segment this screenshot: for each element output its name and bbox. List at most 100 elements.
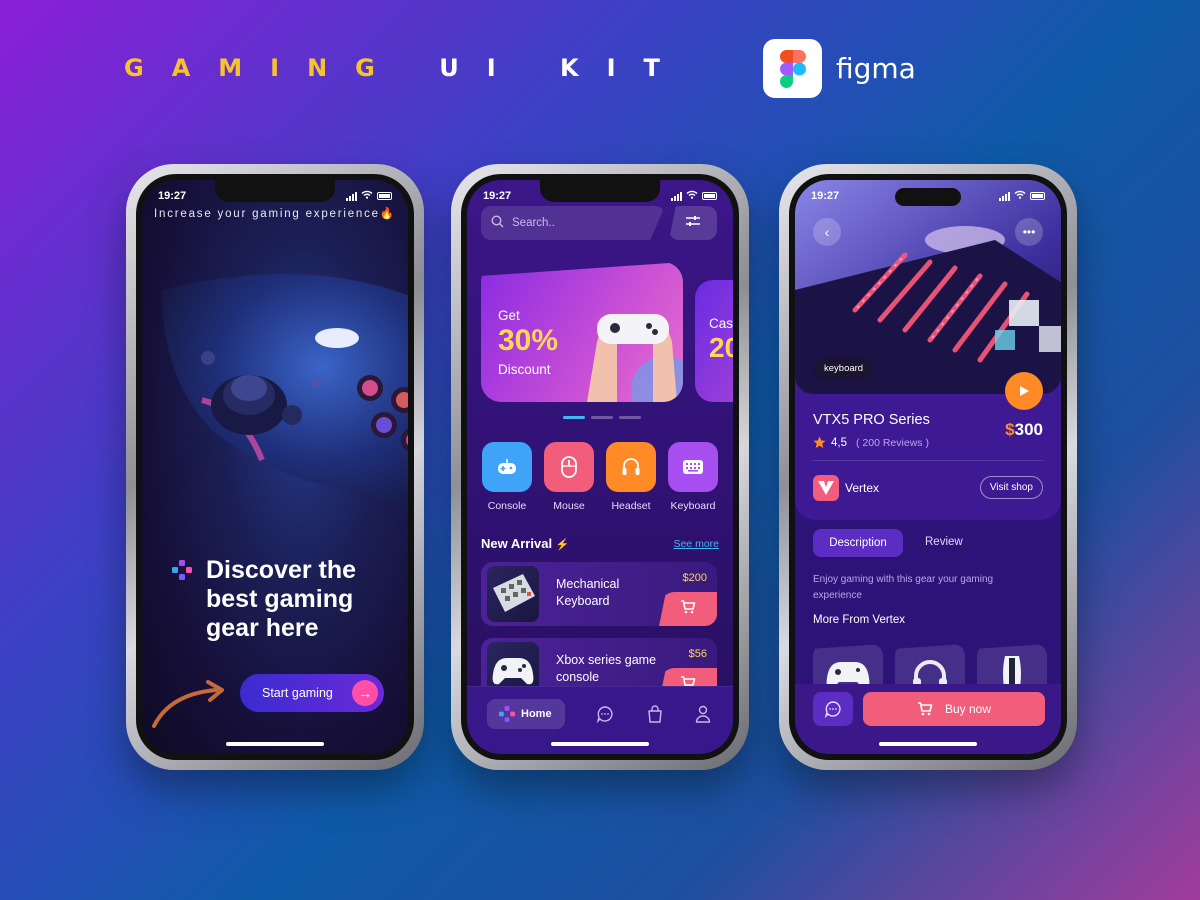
category-mouse[interactable]: Mouse xyxy=(543,442,595,512)
product-price: $200 xyxy=(682,572,707,584)
play-icon xyxy=(1020,386,1029,396)
home-screen: 19:27 Search.. Get 30% Discount Cas 20 C… xyxy=(467,180,733,754)
new-arrival-heading: New Arrival ⚡ xyxy=(481,536,569,551)
battery-icon xyxy=(377,192,392,200)
signal-icon xyxy=(999,191,1010,201)
vertex-brand-icon xyxy=(813,475,839,501)
hands-controller-image xyxy=(587,314,683,402)
app-logo-icon xyxy=(172,560,192,580)
search-input[interactable]: Search.. xyxy=(481,206,665,240)
chat-icon xyxy=(824,701,841,718)
wifi-icon xyxy=(1014,190,1026,202)
more-dots-icon: ••• xyxy=(1022,225,1036,239)
new-arrival-label: New Arrival xyxy=(481,536,553,551)
category-chip: keyboard xyxy=(813,358,875,379)
status-time: 19:27 xyxy=(158,190,187,202)
star-icon xyxy=(813,436,826,448)
phone-onboarding: 19:27 Increase your gaming experience🔥 D… xyxy=(126,164,424,770)
more-options-button[interactable]: ••• xyxy=(1015,218,1043,246)
promo-get: Get xyxy=(498,308,520,323)
tab-bag[interactable] xyxy=(645,704,665,724)
category-headset[interactable]: Headset xyxy=(605,442,657,512)
tab-home-label: Home xyxy=(521,708,552,720)
promo-banner[interactable]: Get 30% Discount xyxy=(481,262,683,402)
home-indicator xyxy=(226,742,324,746)
figma-label: figma xyxy=(836,52,916,85)
product-price: $300 xyxy=(1005,420,1043,440)
back-button[interactable]: ‹ xyxy=(813,218,841,246)
battery-icon xyxy=(1030,192,1045,200)
play-video-button[interactable] xyxy=(1005,372,1043,410)
promo-banner-next[interactable]: Cas 20 xyxy=(695,280,733,402)
category-headset-label: Headset xyxy=(611,500,651,512)
visit-shop-button[interactable]: Visit shop xyxy=(979,476,1043,499)
product-price: $56 xyxy=(688,648,707,660)
promo2-text: Cas xyxy=(709,316,733,331)
buy-now-label: Buy now xyxy=(944,702,992,716)
phone-notch xyxy=(540,180,660,202)
product-name: Xbox series game console xyxy=(556,653,657,684)
brand-name: Vertex xyxy=(845,481,880,495)
phone-notch xyxy=(215,180,335,202)
signal-icon xyxy=(671,191,682,201)
tab-profile[interactable] xyxy=(693,704,713,724)
cart-icon xyxy=(917,702,933,716)
onboarding-headline: Discover the best gaming gear here xyxy=(206,556,357,642)
rating-value: 4,5 xyxy=(831,436,847,449)
user-icon xyxy=(695,705,711,723)
see-more-link[interactable]: See more xyxy=(673,538,719,550)
start-gaming-label: Start gaming xyxy=(262,686,333,700)
chat-button[interactable] xyxy=(813,692,853,726)
onboarding-screen: 19:27 Increase your gaming experience🔥 D… xyxy=(142,180,408,754)
cart-icon xyxy=(680,599,696,619)
shopping-bag-icon xyxy=(648,705,662,723)
phone-product-detail: 19:27 ‹ ••• keyboard VTX5 PRO Series $30… xyxy=(779,164,1077,770)
wifi-icon xyxy=(686,190,698,202)
category-console-label: Console xyxy=(487,500,527,512)
kit-title-uikit: UI KIT xyxy=(439,54,688,82)
buy-now-button[interactable]: Buy now xyxy=(863,692,1045,726)
arrow-right-icon: → xyxy=(352,680,378,706)
category-keyboard[interactable]: Keyboard xyxy=(667,442,719,512)
more-from-heading: More From Vertex xyxy=(813,614,906,626)
tab-home[interactable]: Home xyxy=(487,699,565,729)
product-rating: 4,5 ( 200 Reviews ) xyxy=(813,436,929,449)
lightning-icon: ⚡ xyxy=(555,539,570,551)
onboarding-tagline: Increase your gaming experience🔥 xyxy=(154,208,396,220)
add-to-cart-button[interactable] xyxy=(659,592,717,626)
tab-chat[interactable] xyxy=(595,704,615,724)
promo-discount: Discount xyxy=(498,362,551,377)
keyboard-thumbnail xyxy=(487,566,539,622)
tab-review[interactable]: Review xyxy=(925,536,963,548)
product-card-keyboard[interactable]: Mechanical Keyboard $200 xyxy=(481,562,717,626)
product-description: Enjoy gaming with this gear your gaming … xyxy=(813,574,994,601)
status-time: 19:27 xyxy=(811,190,840,202)
start-gaming-button[interactable]: Start gaming → xyxy=(240,674,384,712)
headset-icon xyxy=(606,442,656,492)
battery-icon xyxy=(702,192,717,200)
wifi-icon xyxy=(361,190,373,202)
keyboard-icon xyxy=(668,442,718,492)
product-name: Mechanical Keyboard xyxy=(556,577,620,608)
search-icon xyxy=(491,215,504,231)
carousel-dots xyxy=(563,416,641,419)
chat-icon xyxy=(596,706,613,723)
home-logo-icon xyxy=(499,706,515,722)
curved-arrow-icon xyxy=(152,680,224,728)
price-currency: $ xyxy=(1005,420,1015,439)
category-keyboard-label: Keyboard xyxy=(670,500,716,512)
search-placeholder: Search.. xyxy=(512,217,555,229)
kit-title-gaming: GAMING xyxy=(124,54,403,82)
tab-description[interactable]: Description xyxy=(813,529,903,557)
category-mouse-label: Mouse xyxy=(553,500,585,512)
filter-icon xyxy=(685,214,701,232)
category-console[interactable]: Console xyxy=(481,442,533,512)
chevron-left-icon: ‹ xyxy=(824,224,830,240)
promo-percent: 30% xyxy=(498,324,559,357)
category-list: Console Mouse Headset Keyboard xyxy=(481,442,719,512)
product-detail-screen: 19:27 ‹ ••• keyboard VTX5 PRO Series $30… xyxy=(795,180,1061,754)
dynamic-island xyxy=(895,188,961,206)
filter-button[interactable] xyxy=(669,206,717,240)
game-controller-image xyxy=(162,274,408,511)
signal-icon xyxy=(346,191,357,201)
